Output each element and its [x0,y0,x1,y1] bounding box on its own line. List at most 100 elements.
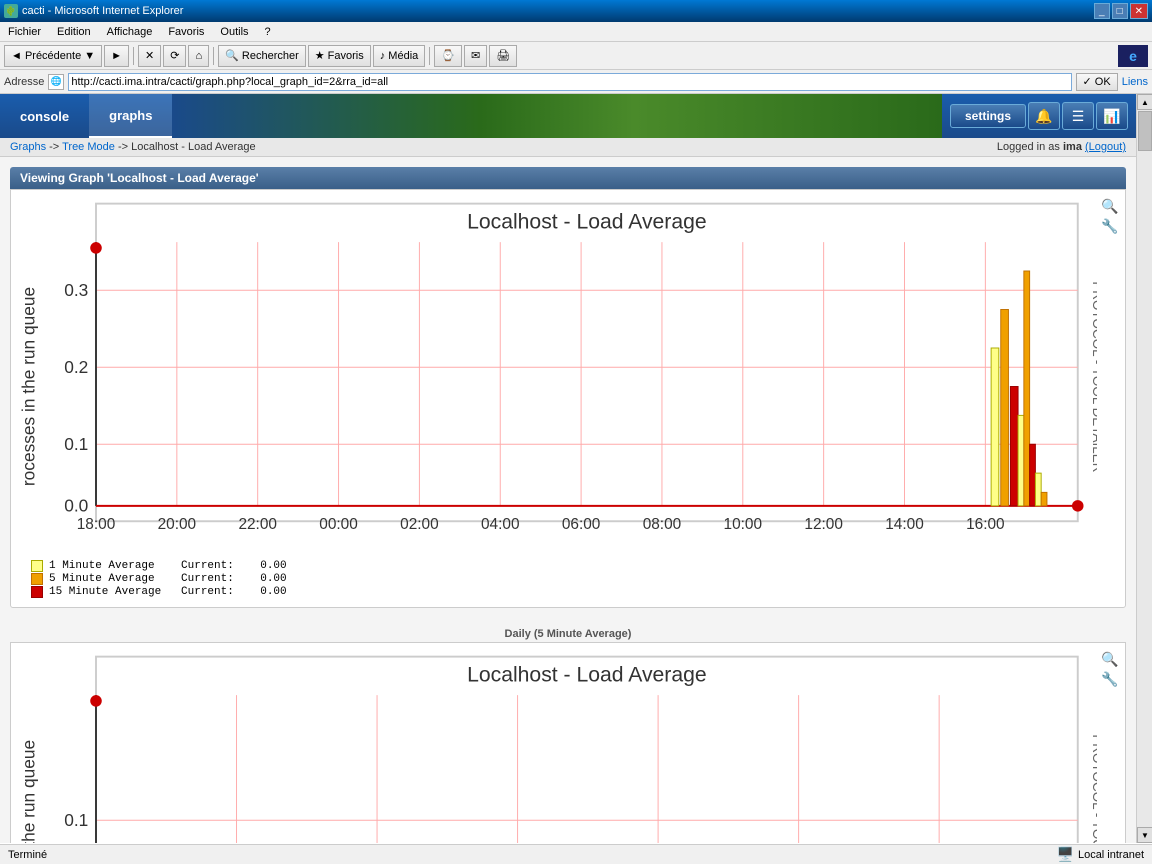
main-content: console graphs settings 🔔 ☰ 📊 Graphs -> … [0,94,1136,843]
menu-favoris[interactable]: Favoris [164,25,208,39]
menu-bar: Fichier Edition Affichage Favoris Outils… [0,22,1152,42]
menu-outils[interactable]: Outils [216,25,252,39]
app-icon: 🌵 [4,4,18,18]
status-bar: Terminé 🖥️ Local intranet [0,844,1152,864]
nav-decoration [172,94,942,138]
nav-right-icons: settings 🔔 ☰ 📊 [942,102,1136,130]
media-button[interactable]: ♪ Média [373,45,426,67]
menu-help[interactable]: ? [261,25,275,39]
breadcrumb: Graphs -> Tree Mode -> Localhost - Load … [10,141,256,153]
scroll-track[interactable] [1137,110,1152,827]
svg-text:0.1: 0.1 [64,434,88,454]
legend-label-2: 5 Minute Average Current: 0.00 [49,573,287,585]
scroll-thumb[interactable] [1138,111,1152,151]
svg-text:rocesses in the run queue: rocesses in the run queue [19,287,38,486]
url-input[interactable] [68,73,1071,91]
minimize-button[interactable]: _ [1094,3,1110,19]
graph-area-1: Localhost - Load Average [19,194,1097,553]
graph-icons-2: 🔍 🔧 [1101,647,1117,687]
title-bar: 🌵 cacti - Microsoft Internet Explorer _ … [0,0,1152,22]
svg-text:00:00: 00:00 [319,516,358,533]
legend-1: 1 Minute Average Current: 0.00 5 Minute … [11,557,1125,607]
settings-icon-1[interactable]: 🔧 [1101,218,1117,234]
svg-text:PROTOCOL - TOOL DETAILER: PROTOCOL - TOOL DETAILER [1090,281,1097,472]
zoom-icon-2[interactable]: 🔍 [1101,651,1117,667]
svg-text:14:00: 14:00 [885,516,924,533]
toolbar: ◄ Précédente ▼ ► ✕ ⟳ ⌂ 🔍 Rechercher ★ Fa… [0,42,1152,70]
links-label[interactable]: Liens [1122,76,1148,88]
nav-icon-bell[interactable]: 🔔 [1028,102,1060,130]
svg-text:0.1: 0.1 [64,810,88,830]
scroll-down-button[interactable]: ▼ [1137,827,1152,843]
graph-section-title: Viewing Graph 'Localhost - Load Average' [10,167,1126,189]
breadcrumb-sep2: -> [118,141,131,153]
svg-text:0.0: 0.0 [64,496,88,516]
legend-row-3: 15 Minute Average Current: 0.00 [31,586,1105,598]
page-title: Viewing Graph 'Localhost - Load Average' [20,171,259,185]
svg-text:rocesses in the run queue: rocesses in the run queue [19,740,38,843]
refresh-button[interactable]: ⟳ [163,45,186,67]
menu-fichier[interactable]: Fichier [4,25,45,39]
svg-text:10:00: 10:00 [724,516,763,533]
svg-text:0.2: 0.2 [64,357,88,377]
svg-text:08:00: 08:00 [643,516,682,533]
status-zone-icon: 🖥️ [1057,846,1074,863]
home-button[interactable]: ⌂ [188,45,209,67]
stop-button[interactable]: ✕ [138,45,161,67]
status-right: 🖥️ Local intranet [1057,846,1144,863]
chart-svg-2: Localhost - Load Average [19,647,1097,843]
svg-text:22:00: 22:00 [238,516,277,533]
menu-affichage[interactable]: Affichage [103,25,157,39]
settings-icon-2[interactable]: 🔧 [1101,671,1117,687]
legend-label-1: 1 Minute Average Current: 0.00 [49,560,287,572]
maximize-button[interactable]: □ [1112,3,1128,19]
search-button[interactable]: 🔍 Rechercher [218,45,306,67]
svg-text:12:00: 12:00 [804,516,843,533]
menu-edition[interactable]: Edition [53,25,95,39]
address-bar: Adresse 🌐 ✓ OK Liens [0,70,1152,94]
status-text: Terminé [8,849,47,861]
back-button[interactable]: ◄ Précédente ▼ [4,45,102,67]
legend-label-3: 15 Minute Average Current: 0.00 [49,586,287,598]
breadcrumb-sep1: -> [49,141,62,153]
window-title: cacti - Microsoft Internet Explorer [22,5,183,17]
address-label: Adresse [4,76,44,88]
tab-console[interactable]: console [0,94,89,138]
nav-icon-list[interactable]: ☰ [1062,102,1094,130]
address-icon: 🌐 [48,74,64,90]
svg-text:Localhost - Load Average: Localhost - Load Average [467,664,707,687]
favorites-button[interactable]: ★ Favoris [308,45,371,67]
breadcrumb-graphs[interactable]: Graphs [10,141,46,153]
graph-container-1: Localhost - Load Average [10,189,1126,608]
print-button[interactable]: 🖨 [489,45,517,67]
zoom-icon-1[interactable]: 🔍 [1101,198,1117,214]
svg-text:02:00: 02:00 [400,516,439,533]
history-button[interactable]: ⌚ [434,45,462,67]
forward-button[interactable]: ► [104,45,129,67]
mail-button[interactable]: ✉ [464,45,487,67]
username: ima [1063,141,1082,153]
settings-button[interactable]: settings [950,104,1026,128]
logout-link[interactable]: (Logout) [1085,141,1126,153]
svg-text:PROTOCOL - TOOL DETAILER: PROTOCOL - TOOL DETAILER [1090,734,1097,843]
svg-text:06:00: 06:00 [562,516,601,533]
graph-label-2: Daily (5 Minute Average) [10,624,1126,642]
logged-in-text: Logged in as [997,141,1060,153]
legend-color-3 [31,586,43,598]
chart-svg-1: Localhost - Load Average [19,194,1097,550]
scroll-up-button[interactable]: ▲ [1137,94,1152,110]
scrollbar[interactable]: ▲ ▼ [1136,94,1152,843]
legend-color-1 [31,560,43,572]
svg-text:16:00: 16:00 [966,516,1005,533]
breadcrumb-current: Localhost - Load Average [131,141,256,153]
tab-graphs[interactable]: graphs [89,94,172,138]
go-button[interactable]: ✓ OK [1076,73,1118,91]
breadcrumb-tree-mode[interactable]: Tree Mode [62,141,115,153]
window-controls[interactable]: _ □ ✕ [1094,3,1148,19]
cacti-nav: console graphs settings 🔔 ☰ 📊 [0,94,1136,138]
legend-row-2: 5 Minute Average Current: 0.00 [31,573,1105,585]
nav-icon-chart[interactable]: 📊 [1096,102,1128,130]
breadcrumb-bar: Graphs -> Tree Mode -> Localhost - Load … [0,138,1136,157]
status-zone: Local intranet [1078,849,1144,861]
close-button[interactable]: ✕ [1130,3,1148,19]
